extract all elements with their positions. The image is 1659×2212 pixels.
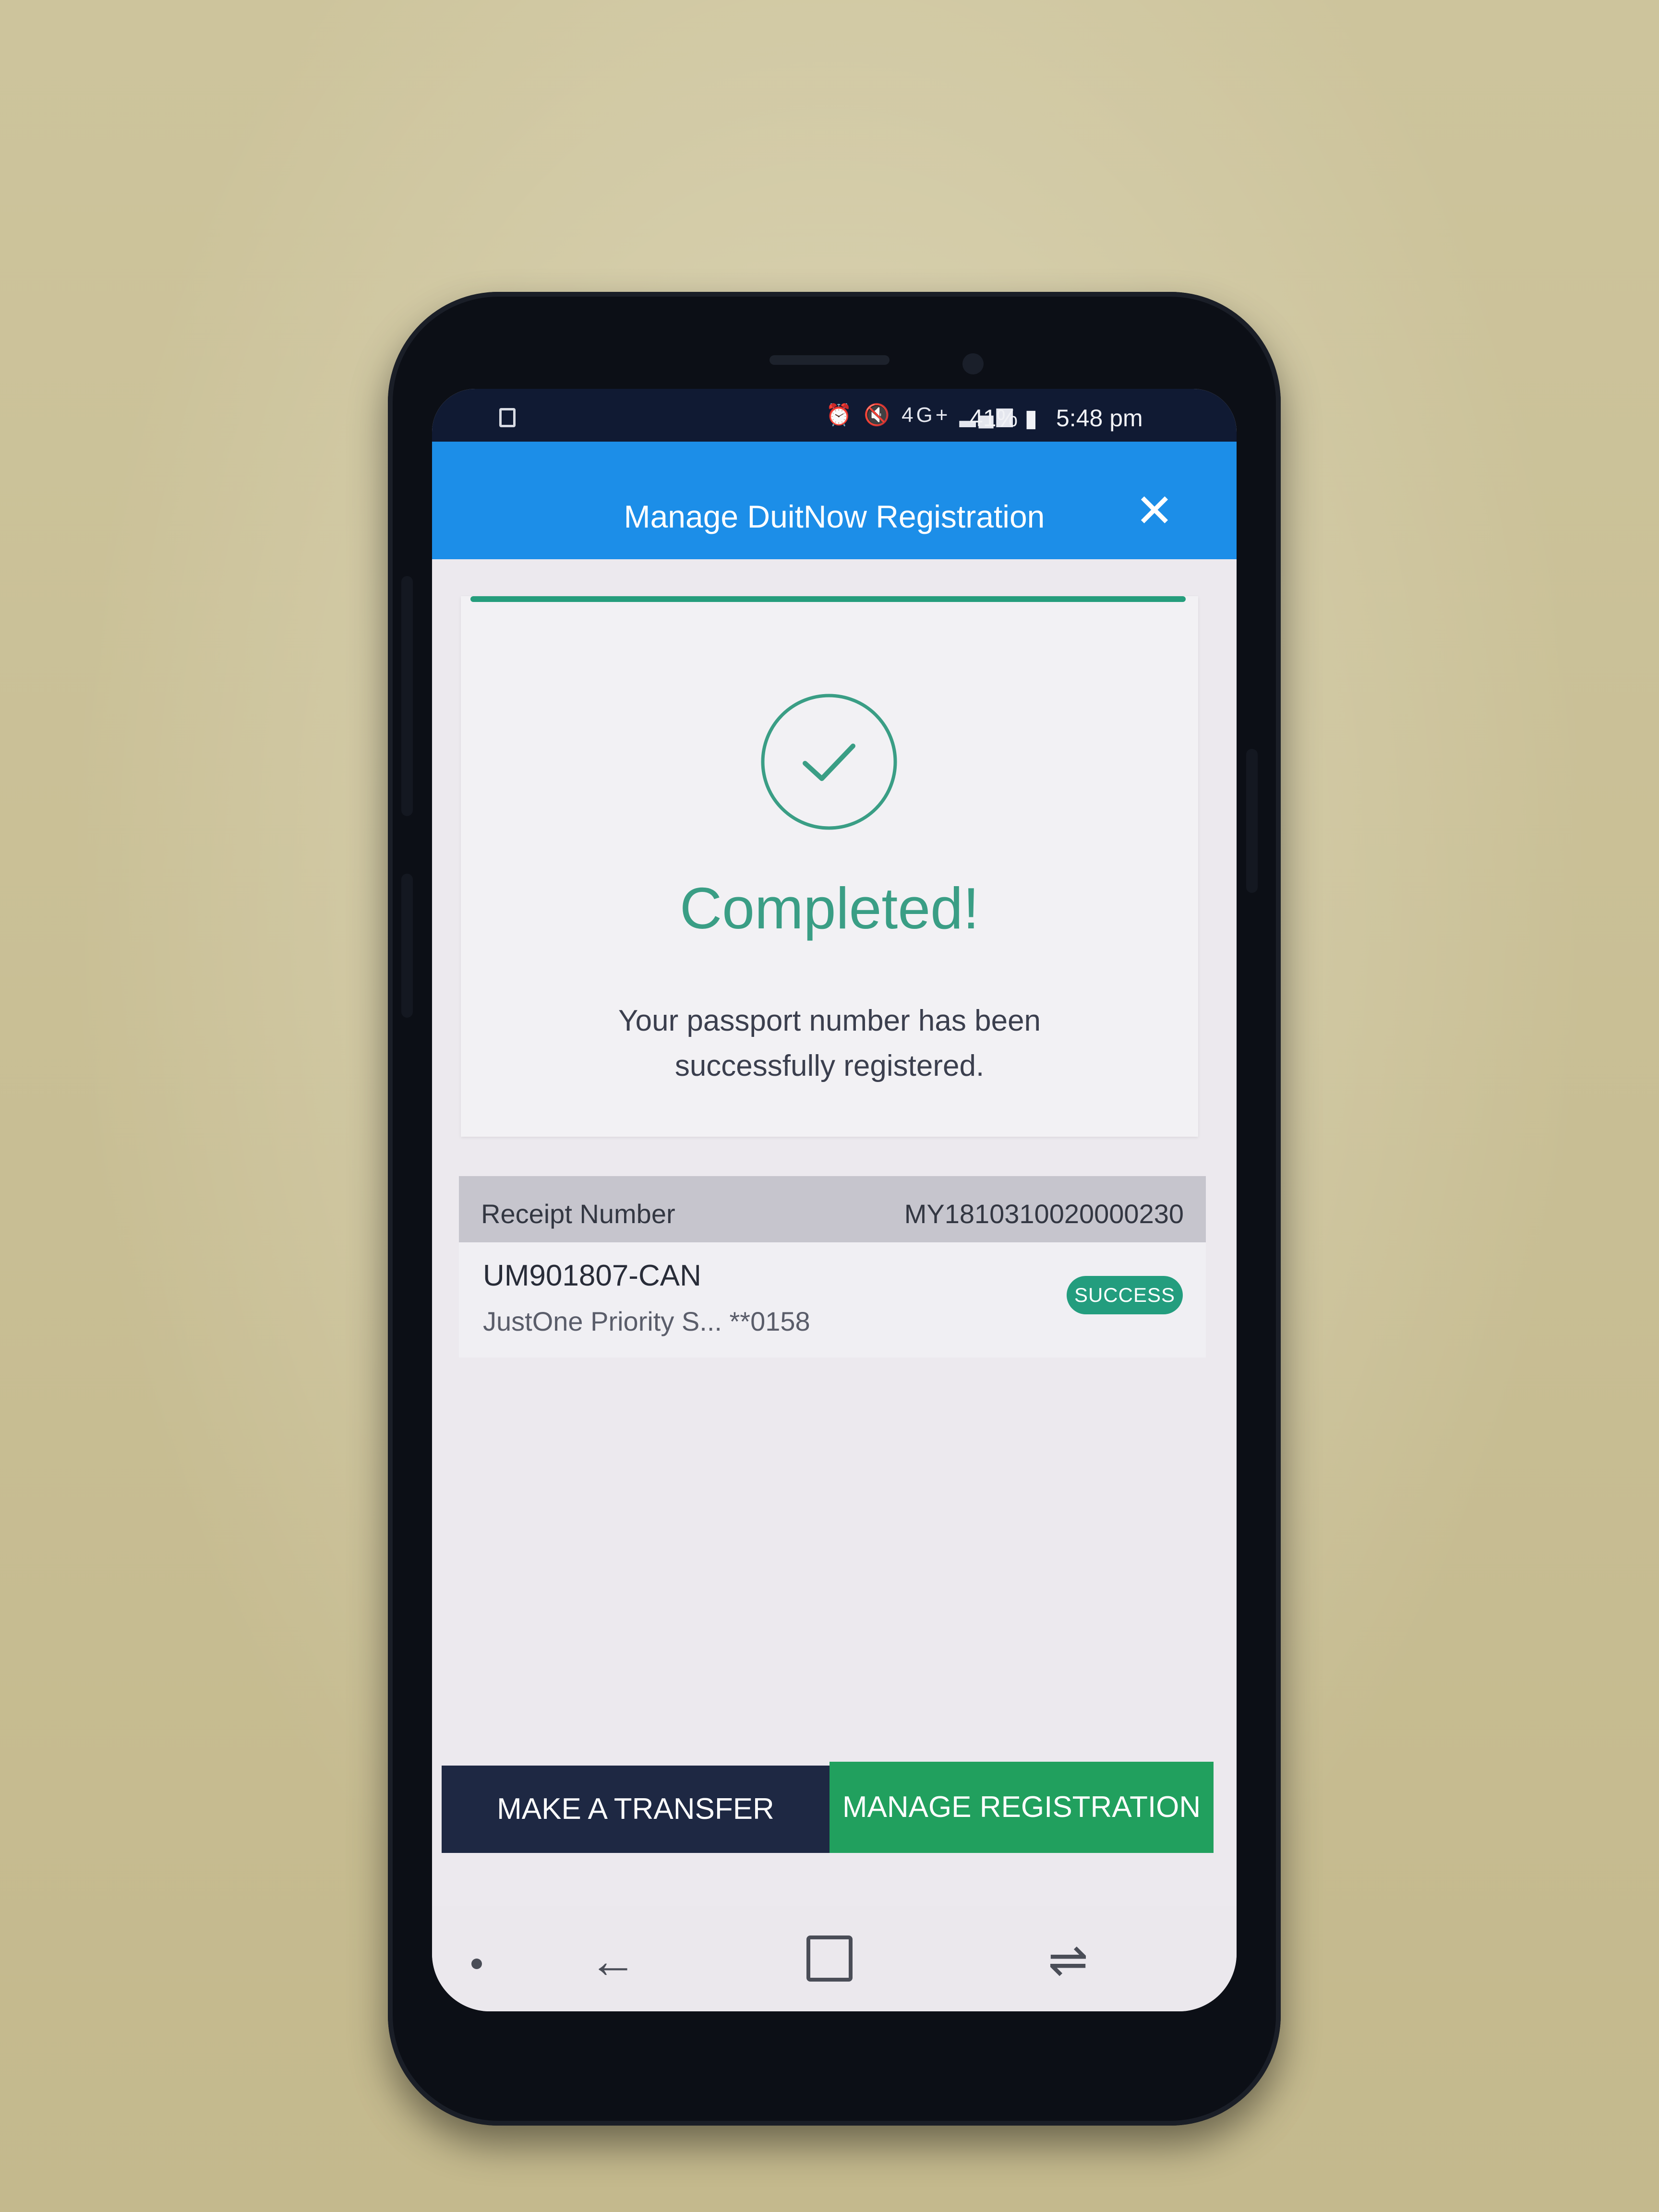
app-bar: Manage DuitNow Registration ✕ [432, 442, 1237, 559]
battery-indicator: 41% ▮ [970, 404, 1038, 432]
result-heading: Completed! [680, 876, 979, 941]
phone-camera [962, 353, 984, 374]
receipt-header: Receipt Number MY1810310020000230 [459, 1176, 1206, 1242]
progress-bar [470, 596, 1186, 602]
close-icon[interactable]: ✕ [1133, 488, 1176, 534]
mute-icon: 🔇 [864, 403, 893, 427]
receipt-label: Receipt Number [481, 1199, 675, 1229]
recent-apps-icon[interactable]: ⇌ [1042, 1934, 1094, 1986]
phone-bixby-button [401, 874, 413, 1018]
signal-type: 4G+ [902, 403, 951, 427]
nav-dot-icon[interactable] [471, 1959, 482, 1969]
back-arrow-icon[interactable]: ← [587, 1935, 639, 1987]
manage-registration-button[interactable]: MANAGE REGISTRATION [830, 1762, 1214, 1853]
alarm-icon: ⏰ [826, 403, 855, 427]
screenshot-notification-icon [499, 408, 516, 427]
screen: ⏰ 🔇 4G+ ▂▄▆ 41% ▮ 5:48 pm Manage DuitNow… [432, 389, 1237, 2011]
account-name: JustOne Priority S... **0158 [483, 1306, 810, 1336]
make-transfer-button[interactable]: MAKE A TRANSFER [442, 1766, 830, 1853]
status-badge: SUCCESS [1066, 1276, 1183, 1314]
battery-percent: 41% [970, 405, 1018, 432]
check-circle-icon [761, 694, 897, 830]
status-time: 5:48 pm [1056, 405, 1143, 432]
receipt-row: UM901807-CAN JustOne Priority S... **015… [459, 1242, 1206, 1358]
battery-icon: ▮ [1024, 405, 1038, 432]
phone-power-button [1246, 749, 1258, 893]
registration-id: UM901807-CAN [483, 1259, 701, 1292]
status-bar: ⏰ 🔇 4G+ ▂▄▆ 41% ▮ 5:48 pm [432, 389, 1237, 442]
result-card: Completed! Your passport number has been… [461, 596, 1198, 1137]
action-buttons: MAKE A TRANSFER MANAGE REGISTRATION [442, 1762, 1224, 1856]
phone-speaker [769, 355, 890, 365]
phone-volume-button [401, 576, 413, 816]
home-button-icon[interactable] [806, 1936, 853, 1982]
receipt-number: MY1810310020000230 [904, 1199, 1184, 1229]
result-message: Your passport number has been successful… [618, 1004, 1041, 1082]
page-title: Manage DuitNow Registration [624, 499, 1045, 534]
android-nav-bar: ← ⇌ [432, 1906, 1237, 2011]
